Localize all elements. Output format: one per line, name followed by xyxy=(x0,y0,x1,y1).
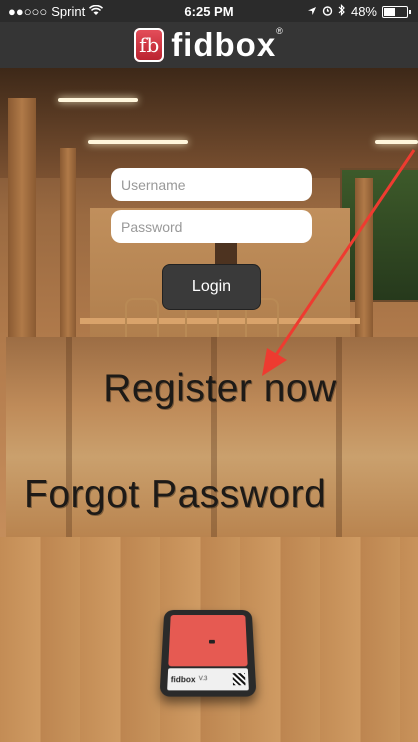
ceiling-light xyxy=(375,140,418,144)
zoomed-links-panel: Register now Forgot Password xyxy=(6,337,418,537)
forgot-password-link[interactable]: Forgot Password xyxy=(6,473,418,517)
battery-percent: 48% xyxy=(350,4,377,19)
window xyxy=(340,168,418,302)
device-sensor xyxy=(208,639,215,644)
fidbox-device-image: fidbox V.3 xyxy=(159,609,257,697)
bluetooth-icon xyxy=(338,4,346,19)
status-right: 48% xyxy=(307,4,411,19)
app-screen: ●●○○○ Sprint 6:25 PM 48% fb fidbox® Regi… xyxy=(0,0,418,742)
logo-wordmark: fidbox xyxy=(171,26,277,63)
register-now-link[interactable]: Register now xyxy=(6,367,418,411)
logo-mark-icon: fb xyxy=(134,28,165,62)
table xyxy=(80,318,360,324)
logo: fb fidbox® xyxy=(0,26,418,64)
device-brand: fidbox xyxy=(170,674,196,684)
device-version: V.3 xyxy=(198,676,208,683)
registered-mark: ® xyxy=(276,26,284,36)
status-bar: ●●○○○ Sprint 6:25 PM 48% xyxy=(0,0,418,22)
alarm-icon xyxy=(322,4,333,19)
device-label: fidbox V.3 xyxy=(167,668,249,691)
app-header: fb fidbox® xyxy=(0,22,418,69)
ceiling-light xyxy=(58,98,138,102)
chair xyxy=(125,298,159,340)
battery-icon xyxy=(382,5,411,18)
login-button[interactable]: Login xyxy=(162,264,261,310)
battery-fill xyxy=(384,7,395,16)
device-screen xyxy=(168,615,248,667)
username-input[interactable] xyxy=(111,168,312,201)
ceiling-light xyxy=(88,140,188,144)
qr-code-icon xyxy=(232,673,246,686)
location-icon xyxy=(307,4,317,19)
logo-text: fidbox® xyxy=(171,26,284,64)
password-input[interactable] xyxy=(111,210,312,243)
